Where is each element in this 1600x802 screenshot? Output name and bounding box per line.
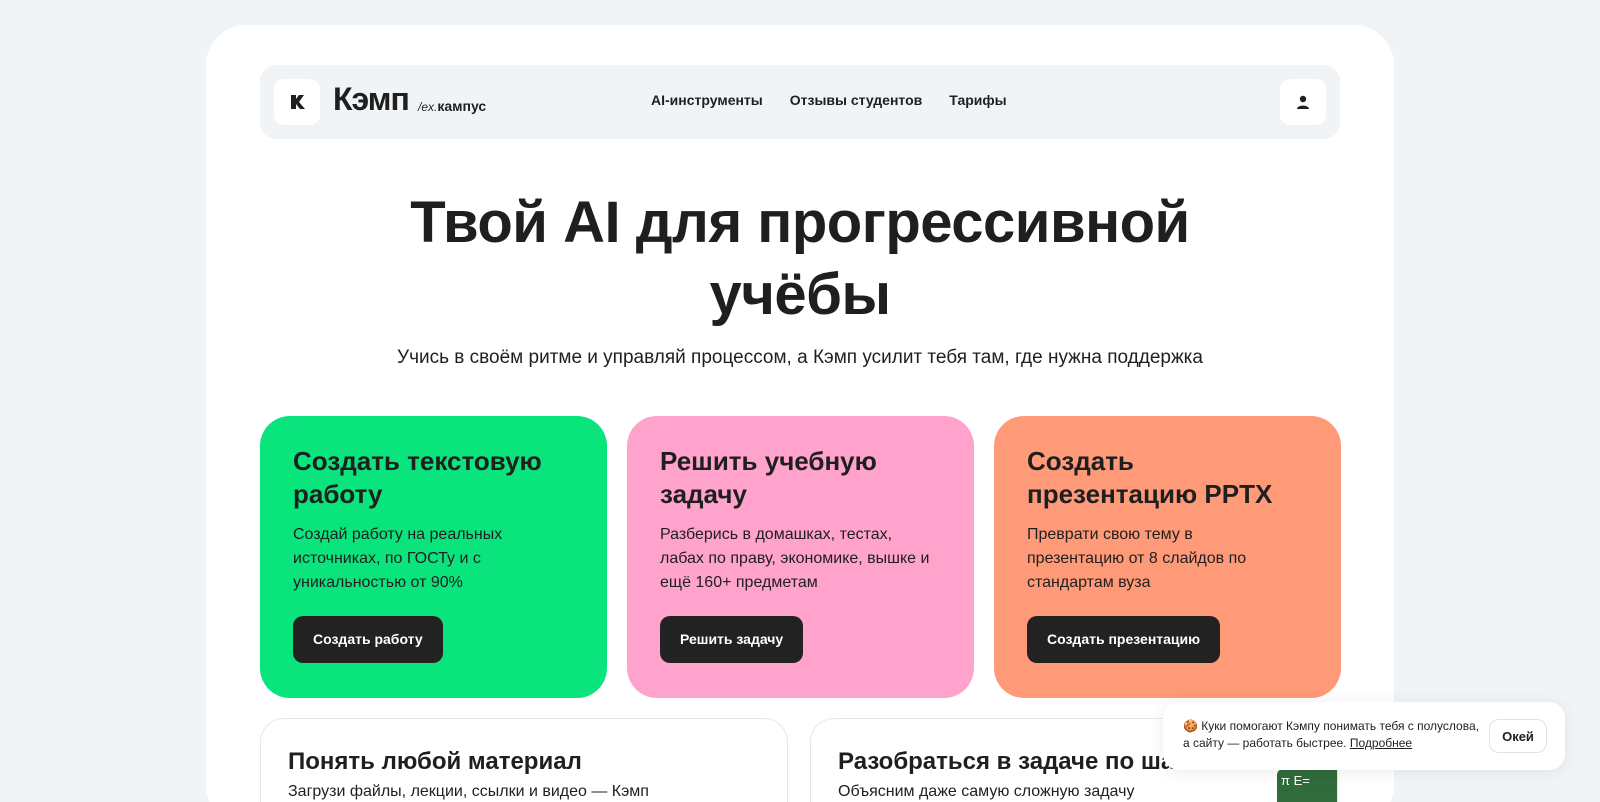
nav-pricing[interactable]: Тарифы: [949, 92, 1006, 108]
user-account-button[interactable]: [1280, 79, 1326, 125]
nav-reviews[interactable]: Отзывы студентов: [790, 92, 923, 108]
brand-ex-prefix: /ex.: [418, 100, 438, 114]
feature-text: Объясним даже самую сложную задачу: [838, 783, 1135, 800]
brand-ex-name: кампус: [437, 98, 487, 114]
feature-understand-material[interactable]: Понять любой материал Загрузи файлы, лек…: [260, 718, 788, 802]
card-title: Решить учебную задачу: [660, 446, 877, 509]
card-text: Преврати свою тему в презентацию от 8 сл…: [1027, 526, 1247, 591]
hero-subtitle: Учись в своём ритме и управляй процессом…: [397, 347, 1203, 368]
feature-title: Понять любой материал: [288, 748, 582, 775]
k-logo-icon: [291, 95, 305, 109]
cookie-emoji-icon: 🍪: [1183, 719, 1198, 733]
create-work-button[interactable]: Создать работу: [293, 616, 443, 663]
card-title: Создать презентацию PPTX: [1027, 446, 1273, 509]
card-title: Создать текстовую работу: [293, 446, 542, 509]
cookie-banner: 🍪 Куки помогают Кэмпу понимать тебя с по…: [1163, 702, 1565, 770]
hero-title: Твой AI для прогрессивной учёбы: [206, 187, 1394, 331]
nav-ai-tools[interactable]: AI-инструменты: [651, 92, 763, 108]
card-text-work[interactable]: Создать текстовую работу Создай работу н…: [260, 416, 607, 698]
cookie-text: 🍪 Куки помогают Кэмпу понимать тебя с по…: [1183, 718, 1483, 752]
card-presentation[interactable]: Создать презентацию PPTX Преврати свою т…: [994, 416, 1341, 698]
user-icon: [1297, 95, 1309, 109]
page-container: Кэмп /ex.кампус AI-инструменты Отзывы ст…: [206, 25, 1394, 802]
logo-button[interactable]: [274, 79, 320, 125]
card-solve-task[interactable]: Решить учебную задачу Разберись в домашк…: [627, 416, 974, 698]
chalkboard-illustration: π E=: [1277, 769, 1337, 802]
feature-text: Загрузи файлы, лекции, ссылки и видео — …: [288, 783, 649, 800]
main-nav: AI-инструменты Отзывы студентов Тарифы: [651, 92, 1007, 108]
card-text: Создай работу на реальных источниках, по…: [293, 526, 503, 591]
brand-subtitle: /ex.кампус: [418, 98, 486, 114]
cookie-ok-button[interactable]: Окей: [1489, 719, 1547, 753]
site-header: Кэмп /ex.кампус AI-инструменты Отзывы ст…: [260, 65, 1340, 139]
cookie-more-link[interactable]: Подробнее: [1350, 736, 1412, 750]
hero-title-line2: учёбы: [709, 262, 891, 327]
cookie-message: Куки помогают Кэмпу понимать тебя с полу…: [1183, 719, 1479, 750]
solve-task-button[interactable]: Решить задачу: [660, 616, 804, 663]
create-presentation-button[interactable]: Создать презентацию: [1027, 616, 1221, 663]
hero-title-line1: Твой AI для прогрессивной: [410, 190, 1190, 255]
brand-name[interactable]: Кэмп: [333, 81, 410, 118]
card-text: Разберись в домашках, тестах, лабах по п…: [660, 526, 930, 591]
